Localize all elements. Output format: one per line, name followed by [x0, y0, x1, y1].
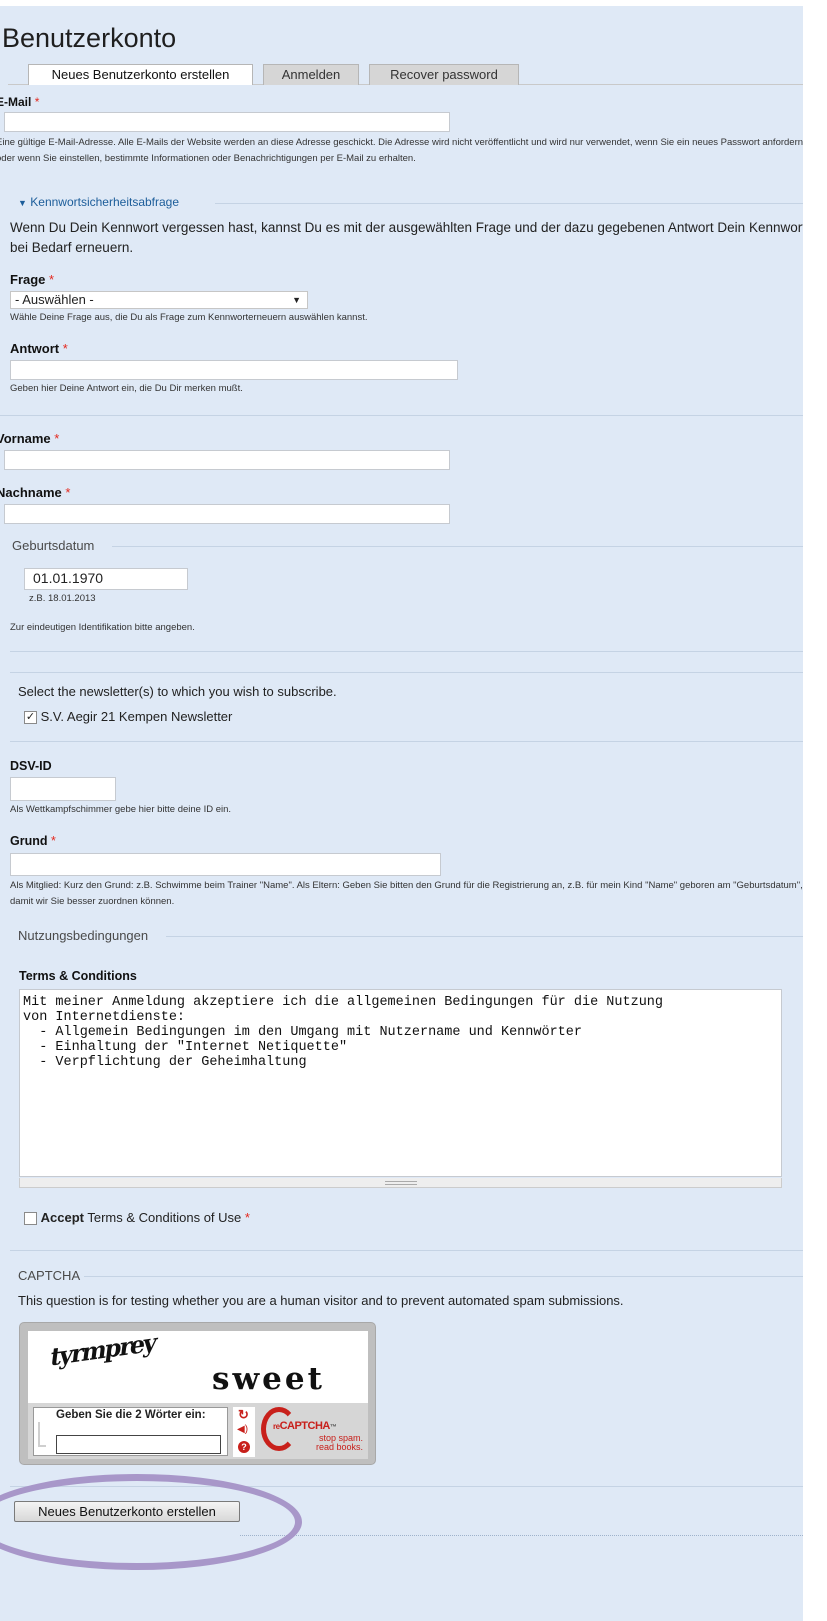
security-intro: Wenn Du Dein Kennwort vergessen hast, ka… [10, 220, 803, 255]
recaptcha-widget: tyrmprey sweet Geben Sie die 2 Wörter ei… [19, 1322, 376, 1465]
divider [10, 1250, 803, 1251]
email-label: E-Mail * [0, 95, 40, 109]
page-title: Benutzerkonto [2, 23, 177, 53]
newsletter-prompt: Select the newsletter(s) to which you wi… [18, 684, 337, 699]
tab-create-account[interactable]: Neues Benutzerkonto erstellen [28, 64, 253, 85]
captcha-prompt: Geben Sie die 2 Wörter ein: [56, 1409, 206, 1421]
accept-terms[interactable]: Accept Terms & Conditions of Use * [24, 1210, 250, 1226]
captcha-word-1: tyrmprey [48, 1327, 158, 1372]
captcha-answer-field[interactable] [56, 1435, 221, 1454]
newsletter-option-label: S.V. Aegir 21 Kempen Newsletter [40, 709, 233, 724]
reason-field[interactable] [10, 853, 441, 876]
triangle-down-icon: ▼ [18, 198, 27, 208]
recaptcha-tagline: stop spam. read books. [315, 1433, 363, 1452]
captcha-image: tyrmprey sweet [28, 1327, 368, 1403]
divider [0, 415, 803, 416]
highlight-ellipse [0, 1474, 302, 1570]
recaptcha-brand: reCAPTCHA™ [273, 1420, 337, 1432]
accept-checkbox[interactable] [24, 1212, 37, 1226]
captcha-legend: CAPTCHA [18, 1268, 81, 1283]
captcha-legend-line [84, 1276, 803, 1277]
security-legend-line [215, 203, 803, 204]
answer-label: Antwort * [10, 341, 68, 356]
audio-icon[interactable]: ◀) [237, 1424, 248, 1435]
chevron-down-icon: ▼ [292, 295, 301, 305]
lastname-field[interactable] [4, 504, 450, 524]
footer-divider [240, 1535, 803, 1536]
terms-textarea[interactable]: Mit meiner Anmeldung akzeptiere ich die … [19, 989, 782, 1177]
page: Benutzerkonto Neues Benutzerkonto erstel… [0, 6, 803, 1621]
divider [10, 672, 803, 673]
newsletter-checkbox[interactable]: ✓ [24, 711, 37, 725]
captcha-controls: ↻ ◀) ? [233, 1407, 255, 1457]
firstname-label: Vorname * [0, 431, 60, 446]
refresh-icon[interactable]: ↻ [238, 1407, 249, 1423]
birthdate-legend-line [112, 546, 803, 547]
textarea-resize-grip[interactable] [19, 1178, 782, 1188]
tab-login[interactable]: Anmelden [263, 64, 359, 85]
email-description: Eine gültige E-Mail-Adresse. Alle E-Mail… [0, 137, 803, 164]
captcha-input-panel: Geben Sie die 2 Wörter ein: ↻ ◀) ? reCAP… [28, 1403, 368, 1459]
firstname-field[interactable] [4, 450, 450, 470]
newsletter-option[interactable]: ✓ S.V. Aegir 21 Kempen Newsletter [24, 709, 233, 725]
captcha-description: This question is for testing whether you… [18, 1293, 624, 1308]
divider [10, 651, 803, 652]
recaptcha-logo: reCAPTCHA™ stop spam. read books. [261, 1405, 366, 1457]
question-select[interactable]: - Auswählen - ▼ [10, 291, 308, 309]
question-label: Frage * [10, 272, 55, 287]
captcha-connector [38, 1422, 46, 1447]
email-field[interactable] [4, 112, 450, 132]
birthdate-description: Zur eindeutigen Identifikation bitte ang… [10, 622, 195, 633]
birthdate-field[interactable]: 01.01.1970 [24, 568, 188, 590]
tab-recover-password[interactable]: Recover password [369, 64, 519, 85]
accept-label: Terms & Conditions of Use [87, 1210, 242, 1225]
terms-legend-line [166, 936, 803, 937]
help-icon[interactable]: ? [238, 1441, 250, 1453]
dsv-field[interactable] [10, 777, 116, 801]
captcha-word-2: sweet [212, 1361, 325, 1397]
accept-bold-label: Accept [40, 1210, 84, 1225]
answer-field[interactable] [10, 360, 458, 380]
dsv-label: DSV-ID [10, 759, 52, 773]
terms-label: Terms & Conditions [19, 969, 137, 983]
reason-label: Grund * [10, 834, 56, 848]
reason-description: Als Mitglied: Kurz den Grund: z.B. Schwi… [10, 880, 803, 907]
terms-legend: Nutzungsbedingungen [18, 928, 149, 943]
question-description: Wähle Deine Frage aus, die Du als Frage … [10, 312, 368, 323]
divider [10, 741, 803, 742]
lastname-label: Nachname * [0, 485, 71, 500]
birthdate-legend: Geburtsdatum [12, 538, 95, 553]
birthdate-example: z.B. 18.01.2013 [29, 593, 96, 604]
security-legend[interactable]: ▼ Kennwortsicherheitsabfrage [18, 195, 179, 209]
dsv-description: Als Wettkampfschimmer gebe hier bitte de… [10, 804, 232, 815]
captcha-input-box: Geben Sie die 2 Wörter ein: [33, 1407, 228, 1456]
answer-description: Geben hier Deine Antwort ein, die Du Dir… [10, 383, 243, 394]
